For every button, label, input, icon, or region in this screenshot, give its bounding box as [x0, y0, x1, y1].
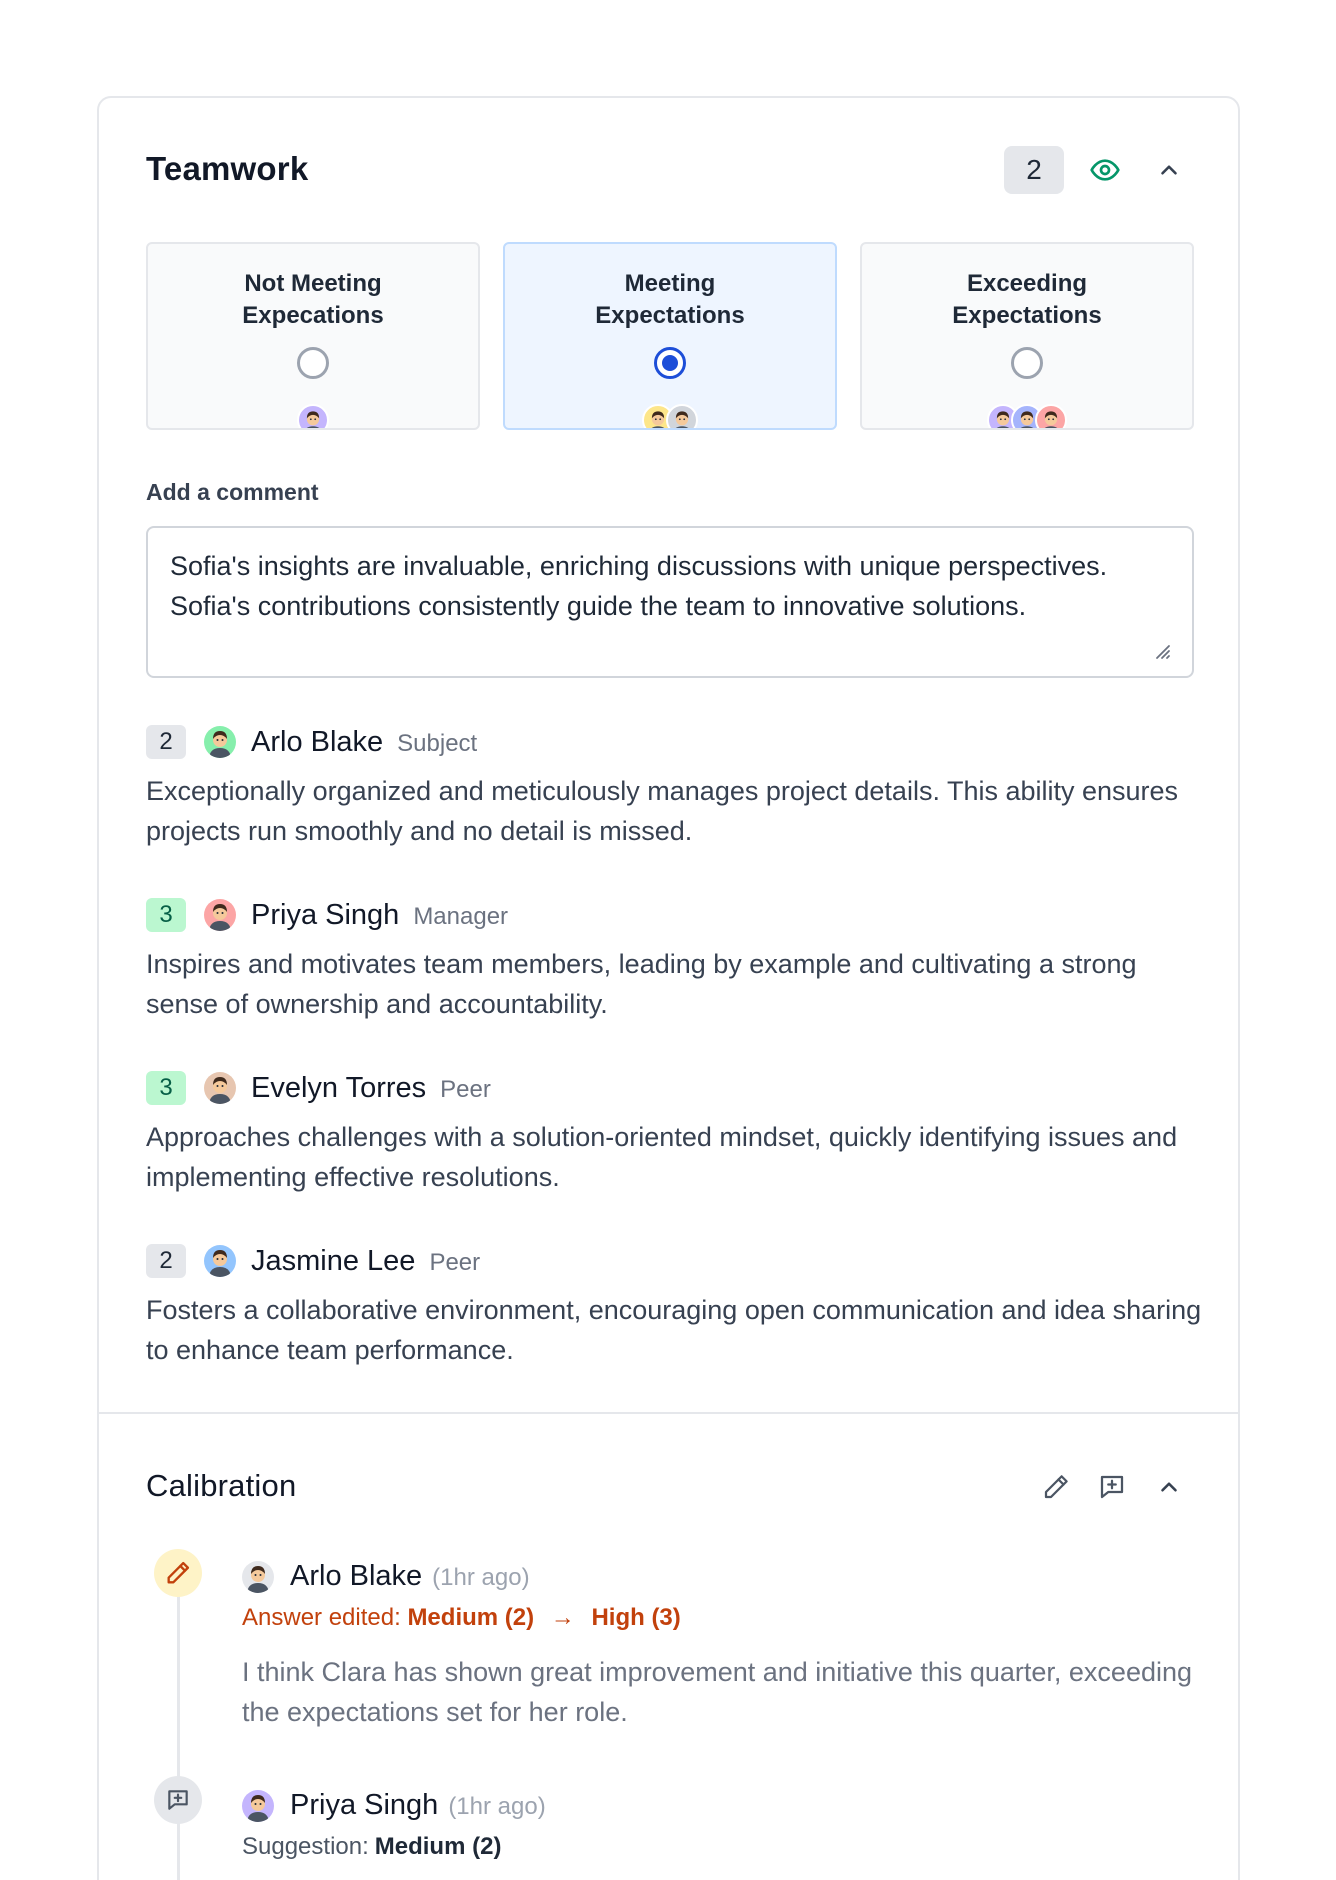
avatar [204, 1245, 236, 1277]
teamwork-title: Teamwork [146, 150, 309, 187]
option-not-meeting[interactable]: Not Meeting Expecations [146, 242, 480, 430]
option-avatars [505, 404, 835, 428]
author-name: Jasmine Lee [251, 1245, 416, 1277]
response-text: Fosters a collaborative environment, enc… [146, 1295, 1202, 1365]
radio-not-meeting[interactable] [297, 347, 329, 379]
radio-meeting[interactable] [654, 347, 686, 379]
pencil-icon [167, 1561, 190, 1584]
option-label: Not Meeting Expecations [242, 270, 384, 329]
author-role: Peer [429, 1249, 481, 1276]
response-author: Arlo Blake Subject [251, 726, 477, 759]
comment-label: Add a comment [146, 479, 319, 505]
author-name: Evelyn Torres [251, 1072, 427, 1104]
avatar [1035, 404, 1067, 428]
timeline-line [177, 1568, 180, 1880]
avatar [242, 1790, 274, 1822]
response-item: 2 Arlo Blake Subject Exceptionally organi… [146, 724, 1206, 851]
author-role: Subject [397, 730, 478, 757]
message-plus-icon [1100, 1475, 1124, 1499]
teamwork-score-badge: 2 [1004, 146, 1064, 194]
avatar [204, 1072, 236, 1104]
author-name: Arlo Blake [290, 1560, 423, 1592]
avatar [297, 404, 329, 428]
score-badge: 3 [146, 898, 186, 932]
evaluation-card: Teamwork 2 Not Meeting Expecations Meeti… [97, 96, 1240, 1880]
entry-time: (1hr ago) [432, 1564, 530, 1591]
add-comment-button[interactable] [1092, 1467, 1132, 1507]
resize-grip-icon[interactable] [1151, 640, 1171, 660]
suggestion-value: Medium (2) [374, 1833, 502, 1860]
response-text: Approaches challenges with a solution-or… [146, 1122, 1178, 1192]
change-label: Answer edited: [242, 1604, 401, 1631]
option-label: Exceeding Expectations [952, 270, 1102, 329]
option-meeting[interactable]: Meeting Expectations [503, 242, 837, 430]
suggestion: Suggestion: Medium (2) [242, 1833, 1202, 1861]
response-item: 3 Priya Singh Manager Inspires and motiva… [146, 897, 1206, 1024]
avatar [242, 1561, 274, 1593]
option-avatars [148, 404, 478, 428]
entry-time: (1hr ago) [448, 1793, 546, 1820]
entry-text: I think Clara has shown great improvemen… [242, 1657, 1193, 1727]
author-name: Priya Singh [290, 1789, 439, 1821]
chevron-up-icon [1161, 165, 1177, 175]
author-name: Priya Singh [251, 899, 400, 931]
response-author: Evelyn Torres Peer [251, 1072, 491, 1105]
calibration-entry: Arlo Blake (1hr ago) Answer edited: Mediu… [242, 1558, 1202, 1732]
timeline-edit-node [154, 1549, 202, 1597]
comment-textarea[interactable]: Sofia's insights are invaluable, enrichi… [146, 526, 1194, 678]
score-badge: 3 [146, 1071, 186, 1105]
change-from: Medium (2) [407, 1604, 535, 1631]
option-exceeding[interactable]: Exceeding Expectations [860, 242, 1194, 430]
collapse-calibration-button[interactable] [1149, 1467, 1189, 1507]
visibility-toggle-button[interactable] [1085, 150, 1125, 190]
score-badge: 2 [146, 725, 186, 759]
response-text: Exceptionally organized and meticulously… [146, 776, 1179, 846]
eye-icon [1090, 159, 1120, 181]
author-name: Arlo Blake [251, 726, 384, 758]
avatar [204, 726, 236, 758]
message-plus-icon [168, 1790, 188, 1810]
author-role: Peer [440, 1076, 491, 1103]
timeline-comment-node [154, 1776, 202, 1824]
suggestion-label: Suggestion: [242, 1833, 369, 1860]
avatar [204, 899, 236, 931]
option-label: Meeting Expectations [595, 270, 745, 329]
response-author: Jasmine Lee Peer [251, 1245, 480, 1278]
response-text: Inspires and motivates team members, lea… [146, 949, 1137, 1019]
entry-author: Arlo Blake (1hr ago) [290, 1560, 530, 1593]
edit-calibration-button[interactable] [1036, 1467, 1076, 1507]
section-divider [99, 1412, 1238, 1414]
score-badge: 2 [146, 1244, 186, 1278]
arrow-right-icon: → [550, 1604, 575, 1631]
collapse-teamwork-button[interactable] [1149, 150, 1189, 190]
option-avatars [862, 404, 1192, 428]
response-author: Priya Singh Manager [251, 899, 508, 932]
response-item: 3 Evelyn Torres Peer Approaches challenge… [146, 1070, 1206, 1197]
radio-exceeding[interactable] [1011, 347, 1043, 379]
chevron-up-icon [1161, 1482, 1177, 1492]
author-role: Manager [413, 903, 509, 930]
pencil-icon [1044, 1475, 1068, 1499]
response-item: 2 Jasmine Lee Peer Fosters a collaborativ… [146, 1243, 1206, 1370]
answer-change: Answer edited: Medium (2) → High (3) [242, 1604, 1202, 1632]
avatar [666, 404, 698, 428]
change-to: High (3) [591, 1604, 681, 1631]
calibration-entry: Priya Singh (1hr ago) Suggestion: Medium (… [242, 1787, 1202, 1861]
entry-author: Priya Singh (1hr ago) [290, 1789, 546, 1822]
calibration-title: Calibration [146, 1468, 297, 1503]
